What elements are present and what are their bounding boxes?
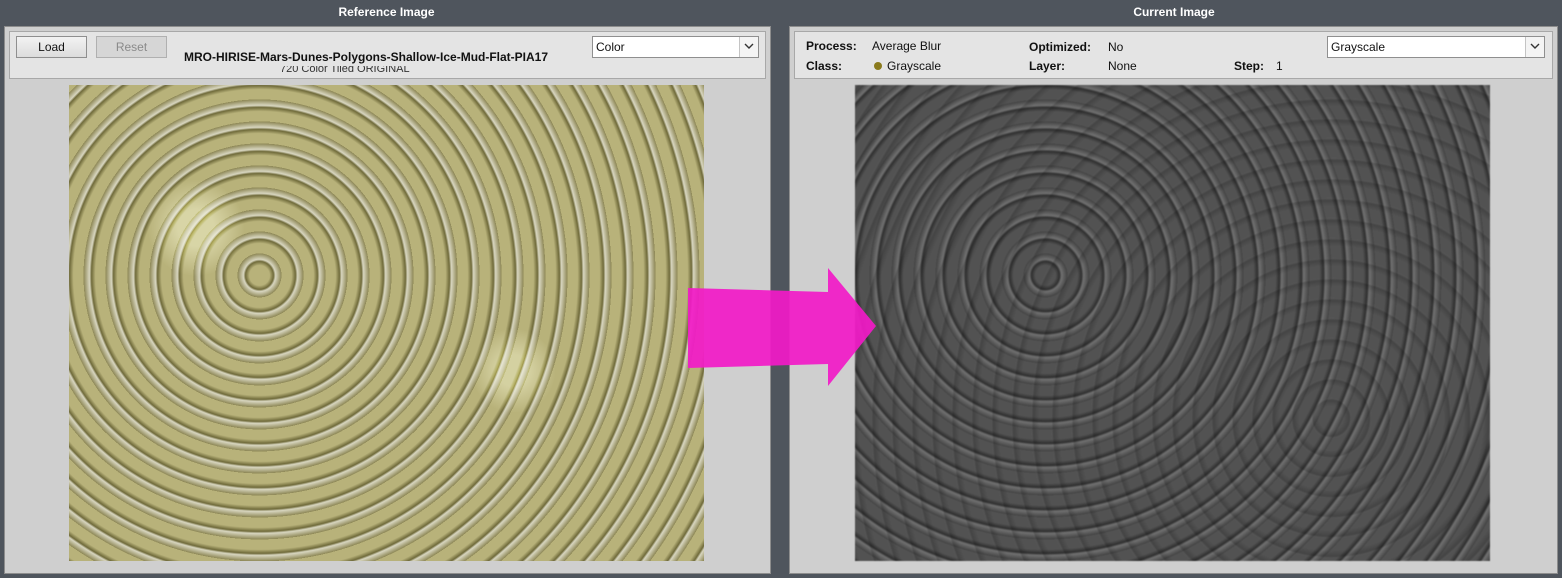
optimized-label: Optimized: xyxy=(1029,40,1091,54)
process-value: Average Blur xyxy=(872,39,942,53)
chevron-down-icon[interactable] xyxy=(739,37,758,57)
reference-panel: Load Reset MRO-HIRISE-Mars-Dunes-Polygon… xyxy=(4,26,771,574)
reference-toolbar: Load Reset MRO-HIRISE-Mars-Dunes-Polygon… xyxy=(9,31,766,79)
current-color-select-value: Grayscale xyxy=(1331,40,1386,54)
reference-image xyxy=(69,85,704,561)
chevron-down-icon[interactable] xyxy=(1525,37,1544,57)
reference-panel-title: Reference Image xyxy=(338,5,435,19)
reference-color-select-value: Color xyxy=(596,40,625,54)
class-dot-icon xyxy=(874,62,882,70)
class-value-wrap: Grayscale xyxy=(874,59,941,73)
current-color-select[interactable]: Grayscale xyxy=(1327,36,1545,58)
step-label: Step: xyxy=(1234,59,1264,73)
file-subline: 720 Color Tiled ORIGINAL xyxy=(280,66,410,74)
reference-color-select[interactable]: Color xyxy=(592,36,759,58)
current-panel: Process: Average Blur Optimized: No Clas… xyxy=(789,26,1558,574)
layer-value: None xyxy=(1108,59,1137,73)
class-label: Class: xyxy=(806,59,843,73)
load-button[interactable]: Load xyxy=(16,36,87,58)
process-label: Process: xyxy=(806,39,857,53)
reset-button[interactable]: Reset xyxy=(96,36,167,58)
current-toolbar: Process: Average Blur Optimized: No Clas… xyxy=(794,31,1553,79)
current-panel-title: Current Image xyxy=(1133,5,1215,19)
file-name: MRO-HIRISE-Mars-Dunes-Polygons-Shallow-I… xyxy=(184,50,549,64)
layer-label: Layer: xyxy=(1029,59,1066,73)
optimized-value: No xyxy=(1108,40,1124,54)
arrow-right-icon xyxy=(688,268,876,386)
class-value: Grayscale xyxy=(887,59,942,73)
current-image xyxy=(855,85,1490,561)
step-value: 1 xyxy=(1276,59,1283,73)
